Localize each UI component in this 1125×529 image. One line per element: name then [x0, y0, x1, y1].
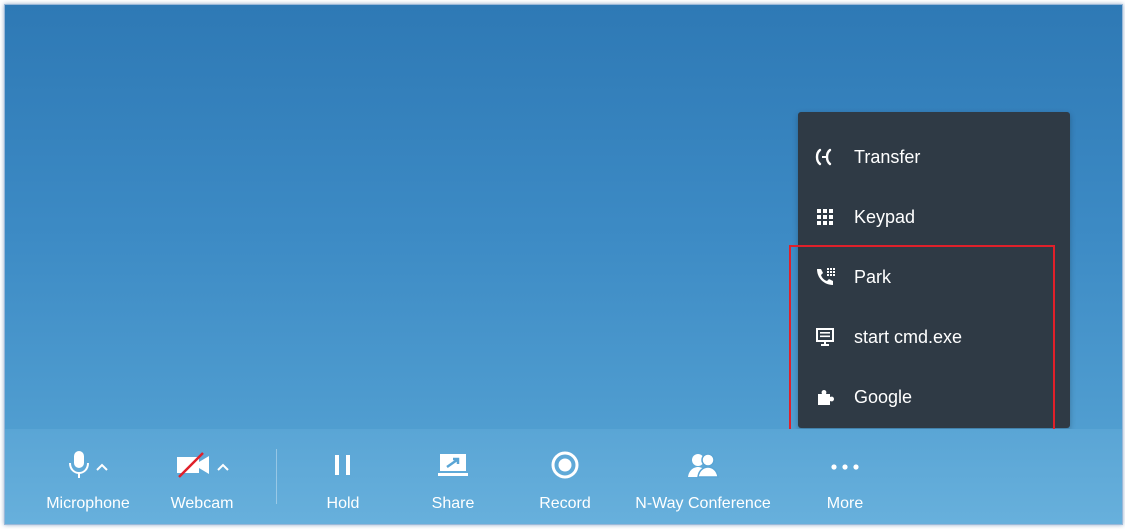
toolbar-divider: [276, 449, 277, 504]
record-icon: [550, 450, 580, 485]
menu-item-label: Park: [854, 266, 892, 287]
pause-icon: [332, 453, 354, 482]
more-dots-icon: [830, 458, 860, 476]
menu-item-label: Transfer: [854, 146, 921, 167]
menu-item-transfer[interactable]: Transfer: [798, 127, 1070, 187]
share-button[interactable]: Share: [423, 429, 483, 524]
share-screen-icon: [437, 452, 469, 483]
call-window: Transfer Keypad Park start cmd.exe Googl…: [4, 4, 1123, 525]
record-button[interactable]: Record: [533, 429, 597, 524]
microphone-button[interactable]: Microphone: [33, 429, 143, 524]
hold-label: Hold: [326, 495, 360, 512]
conference-icon: [687, 451, 719, 484]
share-label: Share: [431, 495, 475, 512]
puzzle-icon: [814, 386, 836, 408]
monitor-icon: [814, 326, 836, 348]
menu-item-google[interactable]: Google: [798, 367, 1070, 427]
menu-item-label: start cmd.exe: [854, 326, 963, 347]
menu-item-start-cmd[interactable]: start cmd.exe: [798, 307, 1070, 367]
menu-item-label: Google: [854, 386, 913, 407]
chevron-up-icon[interactable]: [217, 458, 229, 476]
call-toolbar: Microphone Webcam Hold Share Record N-Wa…: [5, 429, 1122, 524]
more-button[interactable]: More: [817, 429, 873, 524]
hold-button[interactable]: Hold: [313, 429, 373, 524]
microphone-icon: [68, 450, 90, 485]
keypad-icon: [814, 206, 836, 228]
menu-item-label: Keypad: [854, 206, 916, 227]
more-label: More: [826, 495, 864, 512]
menu-item-keypad[interactable]: Keypad: [798, 187, 1070, 247]
menu-item-park[interactable]: Park: [798, 247, 1070, 307]
n-way-conference-button[interactable]: N-Way Conference: [623, 429, 783, 524]
webcam-off-icon: [175, 451, 211, 484]
webcam-button[interactable]: Webcam: [162, 429, 242, 524]
more-menu: Transfer Keypad Park start cmd.exe Googl…: [798, 112, 1070, 428]
record-label: Record: [539, 495, 591, 512]
chevron-up-icon[interactable]: [96, 458, 108, 476]
transfer-icon: [814, 146, 836, 168]
webcam-label: Webcam: [170, 495, 234, 512]
conference-label: N-Way Conference: [635, 495, 771, 512]
microphone-label: Microphone: [46, 495, 130, 512]
park-icon: [814, 266, 836, 288]
